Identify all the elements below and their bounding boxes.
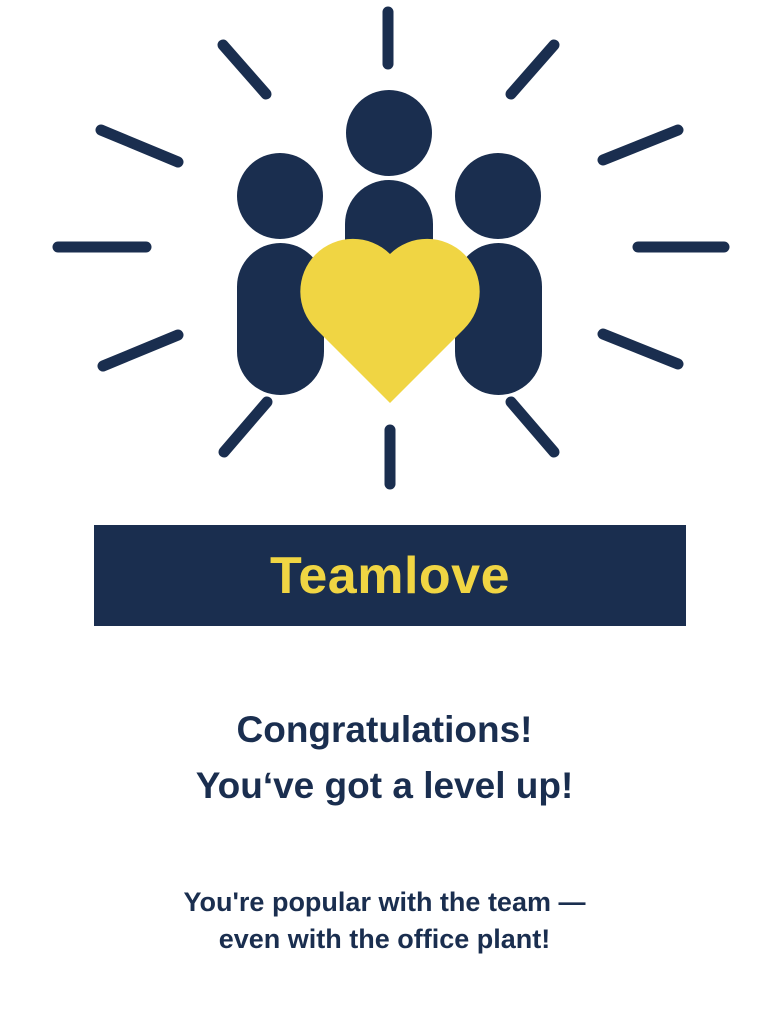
banner-title: Teamlove xyxy=(269,546,511,605)
person-center-head xyxy=(346,90,432,176)
person-right-head xyxy=(455,153,541,239)
person-left-head xyxy=(237,153,323,239)
team-with-heart-icon xyxy=(52,6,730,490)
heart-icon xyxy=(300,238,480,403)
headline-line-2: You‘ve got a level up! xyxy=(195,765,574,806)
ray-lower-right xyxy=(597,328,684,370)
congratulations-headline: Congratulations! You‘ve got a level up! xyxy=(0,702,769,814)
title-banner: Teamlove xyxy=(94,525,686,626)
ray-upper-right xyxy=(597,124,684,166)
headline-line-1: Congratulations! xyxy=(236,709,533,750)
ray-top-right xyxy=(505,39,560,100)
ray-upper-left xyxy=(95,124,184,168)
ray-bottom-right xyxy=(505,396,560,458)
level-up-message: You're popular with the team — even with… xyxy=(0,884,769,958)
message-line-1: You're popular with the team — xyxy=(183,887,586,917)
teamlove-illustration xyxy=(0,0,769,500)
ray-top-left xyxy=(217,39,272,100)
message-line-2: even with the office plant! xyxy=(218,924,551,954)
ray-lower-left xyxy=(97,329,184,372)
ray-bottom-left xyxy=(218,396,273,458)
